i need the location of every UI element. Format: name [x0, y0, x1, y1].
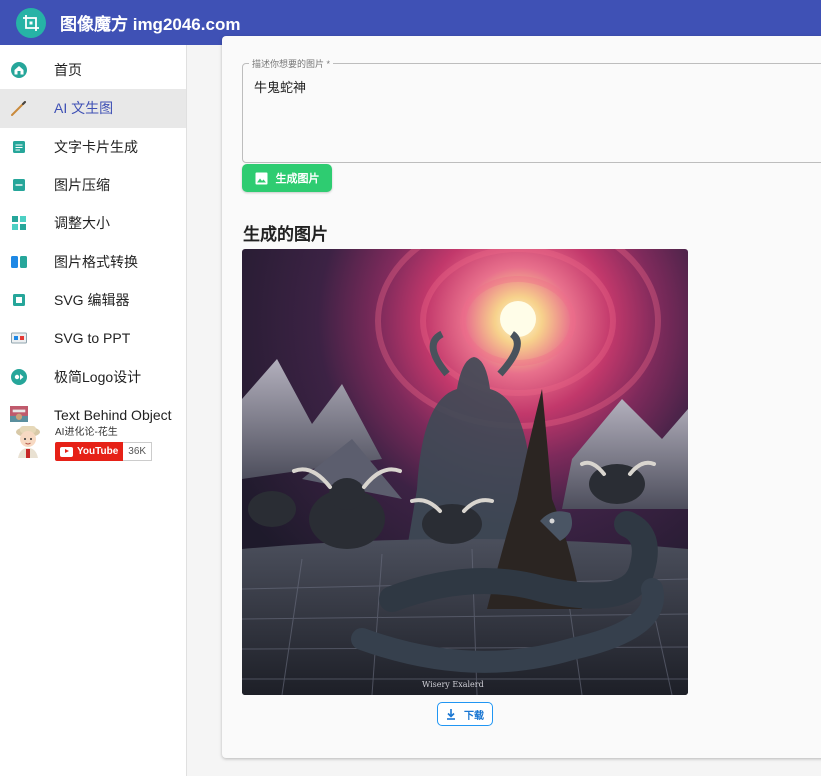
sidebar-item-label: 极简Logo设计 — [54, 368, 142, 385]
generate-image-label: 生成图片 — [275, 173, 320, 185]
prompt-input-value[interactable]: 牛鬼蛇神 — [254, 77, 306, 96]
youtube-play-icon — [60, 446, 73, 457]
avatar — [10, 422, 46, 458]
sidebar-item-label: 调整大小 — [54, 215, 110, 232]
sidebar-item-label: SVG 编辑器 — [54, 291, 130, 308]
text-card-icon — [10, 138, 28, 156]
download-button[interactable]: 下载 — [437, 702, 493, 726]
subscriber-count: 36K — [123, 442, 153, 461]
ppt-icon — [10, 329, 28, 347]
sidebar-item-text-card[interactable]: 文字卡片生成 — [0, 128, 186, 166]
sidebar-item-label: 图片格式转换 — [54, 253, 138, 270]
sidebar-item-ai-text-to-image[interactable]: AI 文生图 — [0, 89, 186, 128]
home-icon — [10, 61, 28, 79]
sidebar-item-svg-editor[interactable]: SVG 编辑器 — [0, 281, 186, 319]
image-icon — [255, 172, 268, 185]
sidebar-item-label: Text Behind Object — [54, 406, 172, 423]
download-icon — [446, 708, 456, 720]
sidebar-item-label: 首页 — [54, 62, 82, 79]
profile-name: AI进化论-花生 — [55, 427, 118, 438]
result-title: 生成的图片 — [243, 225, 328, 245]
sidebar-item-label: 文字卡片生成 — [54, 138, 138, 155]
download-label: 下载 — [464, 710, 484, 722]
compress-icon — [10, 176, 28, 194]
sidebar-item-home[interactable]: 首页 — [0, 51, 186, 89]
crop-frame-icon[interactable] — [16, 7, 46, 38]
magic-wand-icon — [10, 99, 28, 117]
profile-card[interactable]: AI进化论-花生 YouTube 36K — [10, 422, 153, 461]
sidebar-item-compress[interactable]: 图片压缩 — [0, 166, 186, 204]
prompt-label: 描述你想要的图片 * — [249, 57, 334, 70]
sidebar-item-label: AI 文生图 — [54, 100, 114, 117]
image-watermark: Wisery Exalerd — [422, 680, 484, 689]
sidebar-item-label: SVG to PPT — [54, 330, 131, 347]
sidebar-item-format-convert[interactable]: 图片格式转换 — [0, 242, 186, 280]
generate-image-button[interactable]: 生成图片 — [242, 164, 332, 192]
convert-icon — [10, 253, 28, 271]
generated-image[interactable]: Wisery Exalerd — [242, 249, 688, 695]
youtube-label: YouTube — [77, 446, 119, 457]
sidebar: 首页 AI 文生图 文字卡片生成 图片压缩 调整大小 图片格式转换 SVG 编辑… — [0, 45, 187, 776]
youtube-button[interactable]: YouTube — [55, 442, 124, 461]
resize-icon — [10, 214, 28, 232]
sidebar-item-logo-design[interactable]: 极简Logo设计 — [0, 357, 186, 395]
app-title: 图像魔方 img2046.com — [60, 15, 241, 34]
logo-design-icon — [10, 368, 28, 386]
sidebar-item-label: 图片压缩 — [54, 177, 110, 194]
svg-editor-icon — [10, 291, 28, 309]
prompt-input[interactable] — [242, 63, 821, 163]
sidebar-item-resize[interactable]: 调整大小 — [0, 204, 186, 242]
sidebar-item-svg-to-ppt[interactable]: SVG to PPT — [0, 319, 186, 357]
